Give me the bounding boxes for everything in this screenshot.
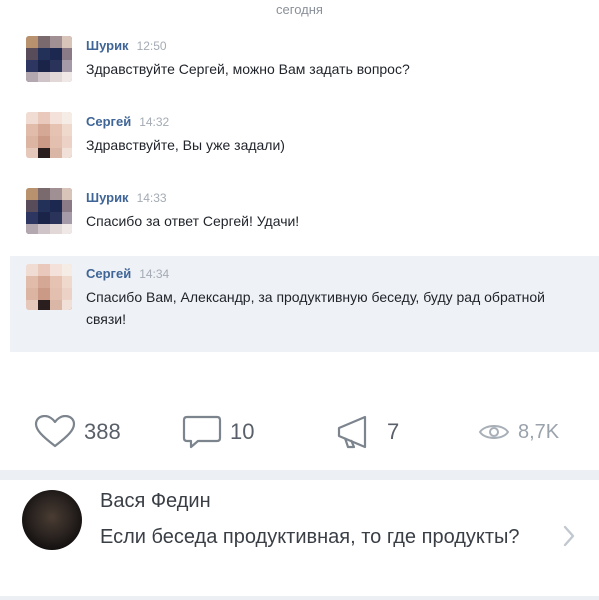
avatar[interactable] bbox=[26, 112, 72, 158]
post-actions-bar: 388 10 7 8,7K bbox=[0, 412, 599, 454]
comment-item[interactable]: Вася Федин Если беседа продуктивная, то … bbox=[0, 480, 599, 596]
bottom-divider bbox=[0, 596, 599, 600]
message-text: Здравствуйте Сергей, можно Вам задать во… bbox=[86, 61, 410, 77]
message-time: 14:32 bbox=[139, 115, 170, 129]
commenter-avatar[interactable] bbox=[22, 490, 82, 550]
message-time: 14:33 bbox=[136, 191, 167, 205]
sender-name[interactable]: Шурик 14:33 bbox=[86, 190, 167, 205]
avatar[interactable] bbox=[26, 264, 72, 310]
sender-name[interactable]: Шурик 12:50 bbox=[86, 38, 167, 53]
avatar[interactable] bbox=[26, 188, 72, 234]
megaphone-icon bbox=[337, 415, 367, 449]
comment-text: Если беседа продуктивная, то где продукт… bbox=[100, 526, 520, 548]
avatar[interactable] bbox=[26, 36, 72, 82]
like-count: 388 bbox=[84, 419, 121, 444]
comment-bubble-icon bbox=[182, 415, 222, 449]
comment-count: 10 bbox=[230, 419, 255, 444]
message-text: Здравствуйте, Вы уже задали) bbox=[86, 137, 285, 153]
share-button[interactable]: 7 bbox=[335, 412, 399, 452]
heart-icon bbox=[34, 415, 76, 448]
sender-name[interactable]: Сергей 14:32 bbox=[86, 114, 169, 129]
like-button[interactable]: 388 bbox=[34, 412, 121, 452]
message-item[interactable]: Шурик 12:50 Здравствуйте Сергей, можно Ва… bbox=[10, 28, 599, 108]
views-count: 8,7K bbox=[518, 420, 560, 443]
eye-icon bbox=[478, 425, 510, 439]
message-item[interactable]: Шурик 14:33 Спасибо за ответ Сергей! Удач… bbox=[10, 180, 599, 260]
views-counter: 8,7K bbox=[478, 412, 559, 452]
message-text: Спасибо Вам, Александр, за продуктивную … bbox=[86, 289, 545, 327]
date-header: сегодня bbox=[276, 2, 323, 17]
message-time: 14:34 bbox=[139, 267, 170, 281]
message-time: 12:50 bbox=[136, 39, 167, 53]
section-divider bbox=[0, 470, 599, 480]
message-item-highlighted[interactable]: Сергей 14:34 Спасибо Вам, Александр, за п… bbox=[10, 256, 599, 352]
comment-button[interactable]: 10 bbox=[182, 412, 254, 452]
share-count: 7 bbox=[387, 419, 400, 444]
message-item[interactable]: Сергей 14:32 Здравствуйте, Вы уже задали) bbox=[10, 104, 599, 184]
commenter-name[interactable]: Вася Федин bbox=[100, 490, 211, 513]
message-text: Спасибо за ответ Сергей! Удачи! bbox=[86, 213, 300, 229]
sender-name[interactable]: Сергей 14:34 bbox=[86, 266, 169, 281]
chevron-right-icon[interactable] bbox=[562, 524, 576, 548]
